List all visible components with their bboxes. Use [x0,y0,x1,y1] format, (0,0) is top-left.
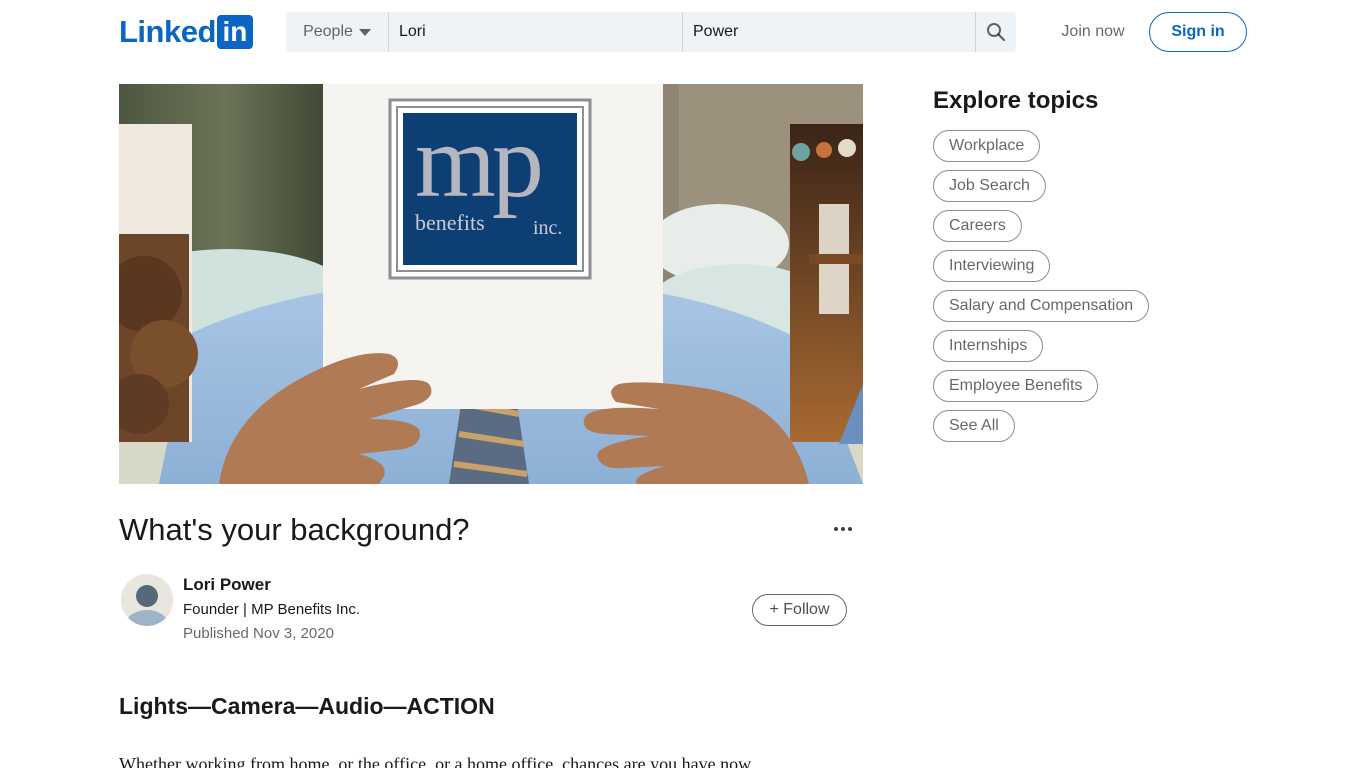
topic-pill-workplace[interactable]: Workplace [933,130,1041,162]
ellipsis-icon [834,527,838,531]
ellipsis-icon [848,527,852,531]
topic-pill-see-all[interactable]: See All [933,410,1015,442]
topic-pill-interviewing[interactable]: Interviewing [933,250,1051,282]
top-nav: Linked in People Join now Sign in [0,0,1366,64]
author-name[interactable]: Lori Power [183,574,271,596]
logo-text: Linked [119,14,216,49]
topic-pill-employee-benefits[interactable]: Employee Benefits [933,370,1099,402]
mp-benefits-logo: mp benefits inc. [403,113,577,265]
search-type-dropdown[interactable]: People [286,12,389,52]
search-icon [987,23,1006,42]
explore-topics-heading: Explore topics [933,87,1099,114]
topic-pill-list: Workplace Job Search Careers Interviewin… [933,130,1150,442]
more-options-button[interactable] [826,512,860,546]
first-name-input[interactable] [389,12,683,52]
article-body-text: Whether working from home, or the office… [119,754,752,768]
article-title: What's your background? [119,512,470,547]
last-name-input[interactable] [683,12,976,52]
search-button[interactable] [976,12,1016,52]
topic-pill-job-search[interactable]: Job Search [933,170,1046,202]
logo-word-inc: inc. [533,217,563,239]
ellipsis-icon [841,527,845,531]
topic-pill-careers[interactable]: Careers [933,210,1022,242]
article-cover-image: mp benefits inc. [119,84,863,484]
logo-badge: in [216,15,253,49]
default-avatar-icon [121,574,173,626]
published-date: Published Nov 3, 2020 [183,625,334,642]
search-type-label: People [303,23,353,40]
follow-button[interactable]: + Follow [752,594,847,626]
people-search-bar: People [286,12,1016,52]
logo-word-benefits: benefits [415,210,485,235]
sign-in-button[interactable]: Sign in [1149,12,1247,52]
join-now-link[interactable]: Join now [1048,12,1138,52]
topic-pill-salary-compensation[interactable]: Salary and Compensation [933,290,1150,322]
article-subheading: Lights—Camera—Audio—ACTION [119,693,495,719]
author-avatar[interactable] [121,574,173,626]
caret-down-icon [358,29,371,36]
author-headline: Founder | MP Benefits Inc. [183,601,361,618]
topic-pill-internships[interactable]: Internships [933,330,1044,362]
logo-letters-mp: mp [415,113,544,219]
linkedin-logo[interactable]: Linked in [119,15,253,49]
